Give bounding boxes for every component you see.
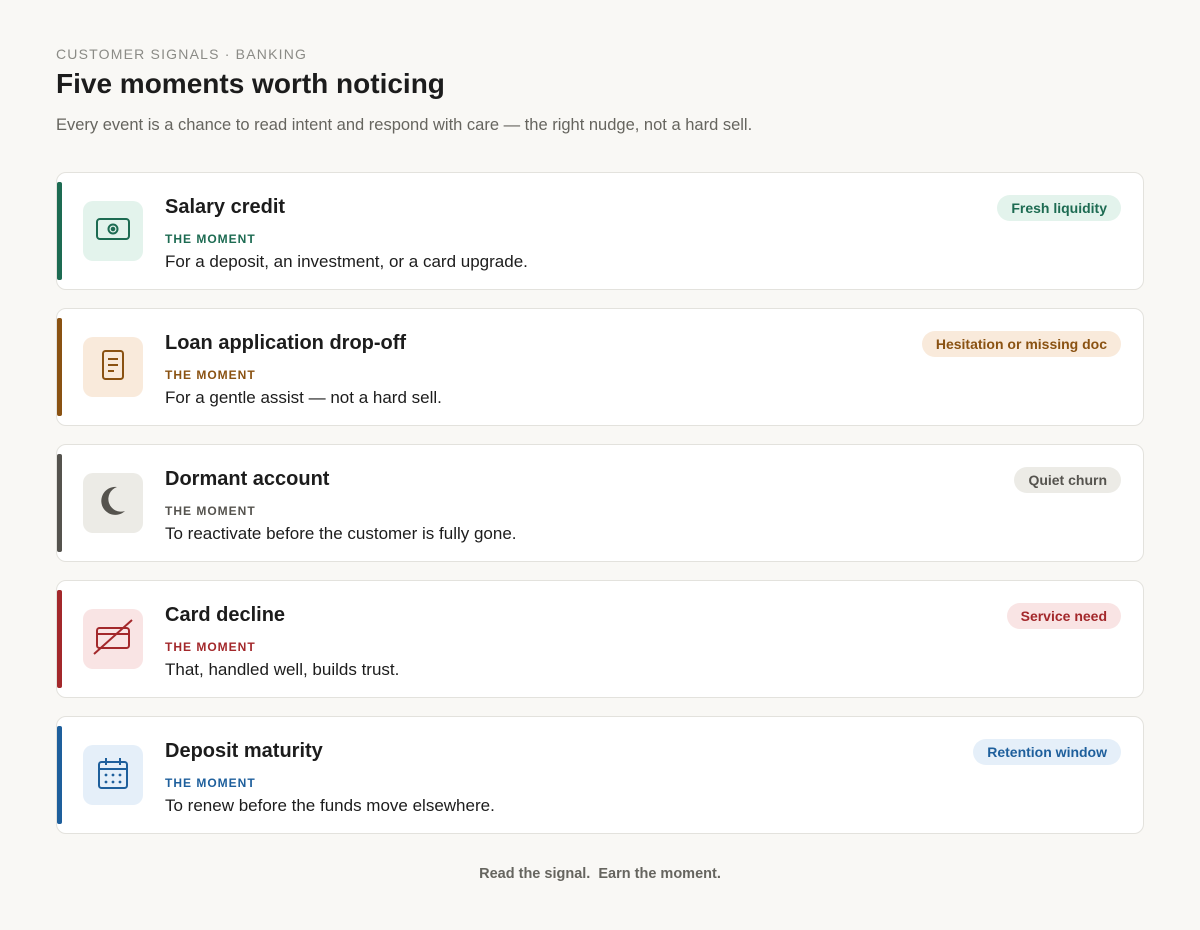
signal-list: Salary credit THE MOMENT For a deposit, … (56, 172, 1144, 852)
moment-text: To renew before the funds move elsewhere… (165, 796, 495, 815)
moment-label: THE MOMENT (165, 776, 256, 790)
document-icon (95, 347, 131, 388)
accent-bar (57, 726, 62, 824)
moment-text: For a gentle assist — not a hard sell. (165, 388, 442, 407)
signal-name: Loan application drop-off (165, 332, 407, 354)
eyebrow: CUSTOMER SIGNALS · BANKING (56, 46, 308, 62)
signal-card-deposit-maturity: Deposit maturity THE MOMENT To renew bef… (56, 716, 1144, 834)
calendar-icon (95, 755, 131, 796)
icon-tile (83, 473, 143, 533)
signal-name: Card decline (165, 604, 286, 626)
page-title: Five moments worth noticing (56, 68, 445, 99)
moon-icon (95, 483, 131, 524)
signal-card-salary-credit: Salary credit THE MOMENT For a deposit, … (56, 172, 1144, 290)
icon-tile (83, 201, 143, 261)
accent-bar (57, 454, 62, 552)
signal-card-loan-drop-off: Loan application drop-off THE MOMENT For… (56, 308, 1144, 426)
accent-bar (57, 318, 62, 416)
signal-name: Dormant account (165, 468, 330, 490)
accent-bar (57, 590, 62, 688)
signal-badge: Retention window (973, 739, 1121, 765)
signal-badge: Hesitation or missing doc (921, 331, 1121, 357)
icon-tile (83, 337, 143, 397)
moment-text: That, handled well, builds trust. (165, 660, 400, 679)
moment-text: To reactivate before the customer is ful… (165, 524, 517, 543)
accent-bar (57, 182, 62, 280)
page-subtitle: Every event is a chance to read intent a… (56, 116, 753, 134)
moment-label: THE MOMENT (165, 368, 256, 382)
signal-card-dormant-account: Dormant account THE MOMENT To reactivate… (56, 444, 1144, 562)
card-declined-icon (91, 617, 135, 662)
signal-card-card-decline: Card decline THE MOMENT That, handled we… (56, 580, 1144, 698)
signal-badge: Fresh liquidity (997, 195, 1121, 221)
icon-tile (83, 745, 143, 805)
signal-badge: Quiet churn (1014, 467, 1121, 493)
moment-text: For a deposit, an investment, or a card … (165, 252, 528, 271)
footer-tagline: Read the signal. Earn the moment. (479, 866, 721, 882)
moment-label: THE MOMENT (165, 640, 256, 654)
signal-name: Salary credit (165, 196, 286, 218)
moment-label: THE MOMENT (165, 504, 256, 518)
cash-icon (95, 211, 131, 252)
moment-label: THE MOMENT (165, 232, 256, 246)
signal-name: Deposit maturity (165, 740, 323, 762)
icon-tile (83, 609, 143, 669)
signal-badge: Service need (1006, 603, 1121, 629)
